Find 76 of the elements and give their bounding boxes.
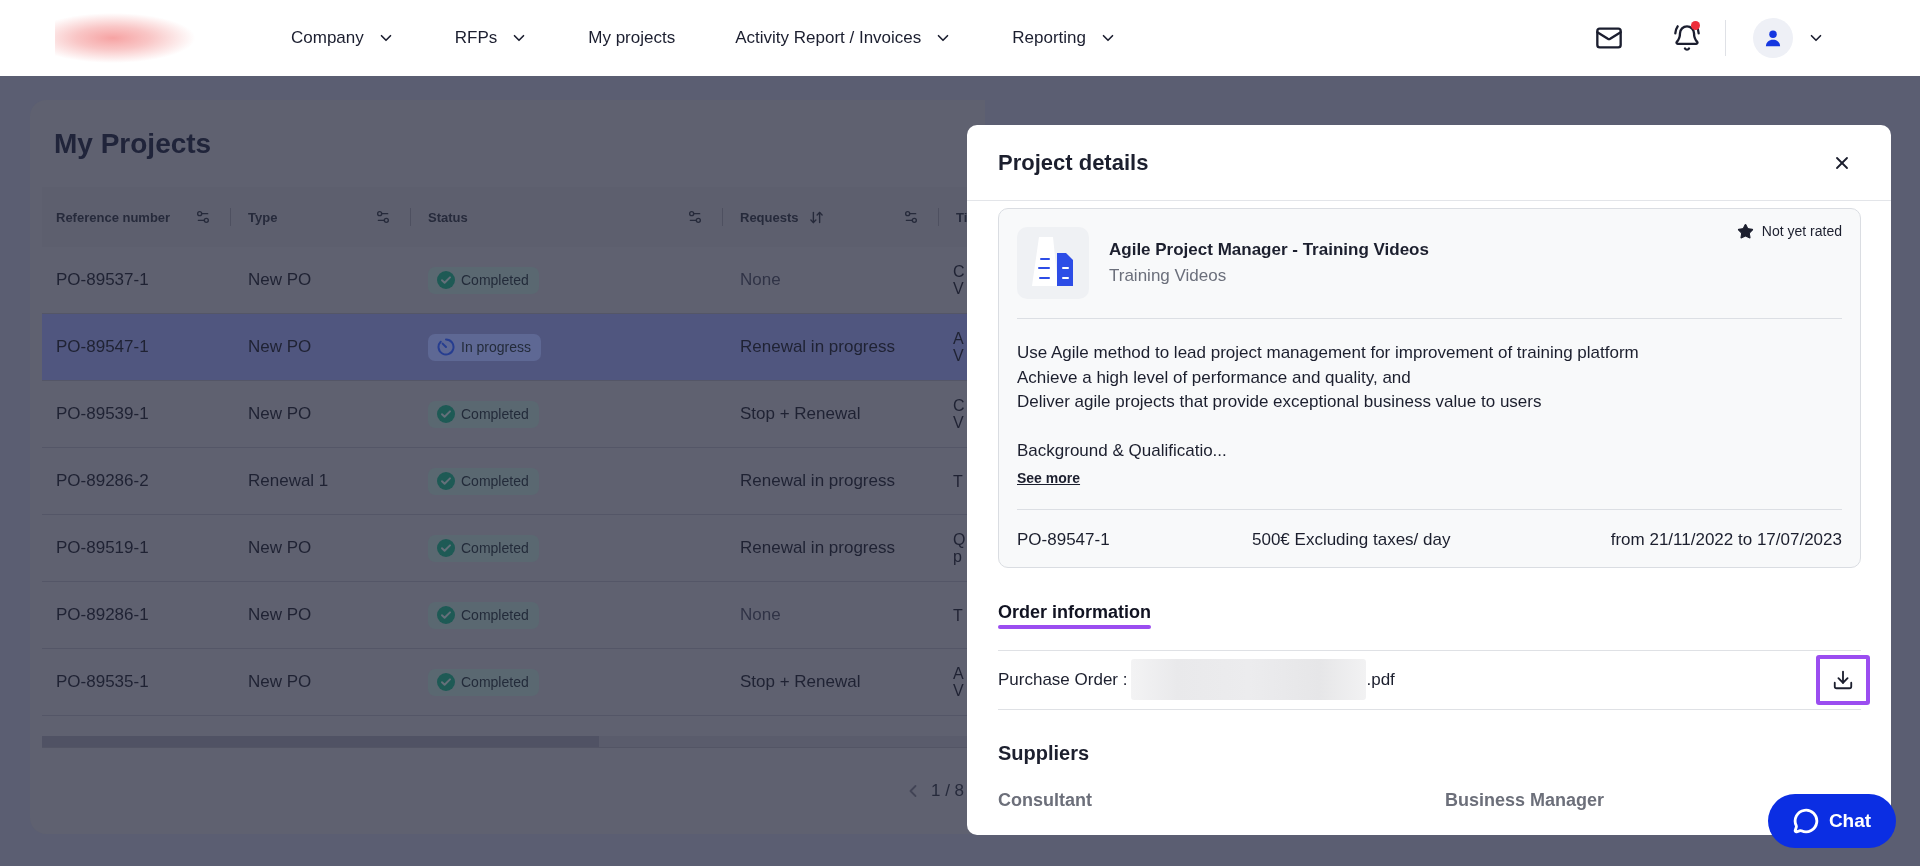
document-icon xyxy=(1017,227,1089,299)
table-cell: New PO xyxy=(248,672,312,692)
section-title: Order information xyxy=(998,600,1151,629)
table-cell: PO-89286-1 xyxy=(56,605,149,625)
rating-label: Not yet rated xyxy=(1761,222,1842,240)
status-label: Completed xyxy=(461,540,529,556)
download-button[interactable] xyxy=(1816,654,1870,705)
bell-icon[interactable] xyxy=(1673,24,1701,52)
table-cell: Renewal in progress xyxy=(740,471,895,491)
table-cell: PO-89286-2 xyxy=(56,471,149,491)
daily-rate: 500€ Excluding taxes/ day xyxy=(1252,529,1451,550)
table-cell: Stop + Renewal xyxy=(740,672,861,692)
table-cell: New PO xyxy=(248,538,312,558)
column-label: Consultant xyxy=(998,788,1092,811)
column-label: Business Manager xyxy=(1445,788,1605,811)
status-label: In progress xyxy=(461,339,532,355)
table-cell: C V xyxy=(953,263,965,297)
star-icon xyxy=(1736,222,1754,240)
table-cell: Renewal 1 xyxy=(248,471,329,491)
chat-bubble-icon xyxy=(1792,808,1819,834)
project-title: Agile Project Manager - Training Videos xyxy=(1109,239,1429,261)
project-category: Training Videos xyxy=(1109,265,1227,287)
sort-icon[interactable] xyxy=(808,209,824,225)
status-label: Completed xyxy=(461,406,529,422)
check-circle-icon xyxy=(437,472,455,490)
section-title: Suppliers xyxy=(998,740,1090,765)
nav-menu-item[interactable]: My projects xyxy=(588,27,676,49)
nav-menu-item[interactable]: Company xyxy=(291,27,395,49)
nav-menu-item[interactable]: RFPs xyxy=(454,27,529,49)
table-cell: A V xyxy=(953,665,964,699)
table-cell: PO-89539-1 xyxy=(56,404,149,424)
status-label: Completed xyxy=(461,272,529,288)
table-cell: A V xyxy=(953,330,964,364)
project-description: Use Agile method to lead project management for improvement of training platform Achieve a high level of performance and quality, and Deliver agile projects that provide exceptional business value to users xyxy=(1017,342,1640,413)
status-label: Completed xyxy=(461,473,529,489)
nav-menu-item[interactable]: Reporting xyxy=(1012,27,1118,49)
field-label: Purchase Order : xyxy=(998,669,1128,690)
table-cell: Renewal in progress xyxy=(740,337,895,357)
table-cell: PO-89535-1 xyxy=(56,672,149,692)
page-title: My Projects xyxy=(54,127,212,161)
filter-icon[interactable] xyxy=(375,209,391,225)
file-extension: .pdf xyxy=(1366,669,1395,690)
table-cell: T xyxy=(953,472,963,490)
filter-icon[interactable] xyxy=(195,209,211,225)
status-label: Completed xyxy=(461,607,529,623)
status-label: Completed xyxy=(461,674,529,690)
download-icon xyxy=(1832,668,1854,691)
check-circle-icon xyxy=(437,606,455,624)
table-cell: New PO xyxy=(248,605,312,625)
check-circle-icon xyxy=(437,271,455,289)
table-cell: Stop + Renewal xyxy=(740,404,861,424)
nav-menu-item[interactable]: Activity Report / Invoices xyxy=(735,27,953,49)
filter-icon[interactable] xyxy=(903,209,919,225)
page-indicator: 1 / 8 xyxy=(931,780,965,802)
check-circle-icon xyxy=(437,673,455,691)
check-circle-icon xyxy=(437,539,455,557)
timer-icon xyxy=(437,338,455,356)
table-cell: Renewal in progress xyxy=(740,538,895,558)
table-cell: T xyxy=(953,606,963,624)
table-cell: PO-89519-1 xyxy=(56,538,149,558)
table-cell: C V xyxy=(953,397,965,431)
project-description: Background & Qualificatio... xyxy=(1017,440,1228,462)
date-range: from 21/11/2022 to 17/07/2023 xyxy=(1610,529,1842,550)
dialog-title: Project details xyxy=(998,148,1149,177)
table-cell: PO-89547-1 xyxy=(56,337,149,357)
reference-number: PO-89547-1 xyxy=(1017,529,1110,550)
table-cell: New PO xyxy=(248,404,312,424)
table-cell: PO-89537-1 xyxy=(56,270,149,290)
user-avatar-icon[interactable] xyxy=(1753,18,1793,58)
table-cell: New PO xyxy=(248,337,312,357)
chat-button[interactable]: Chat xyxy=(1768,794,1896,848)
see-more-link[interactable]: See more xyxy=(1017,468,1081,487)
table-cell: Q p xyxy=(953,531,966,565)
filter-icon[interactable] xyxy=(687,209,703,225)
check-circle-icon xyxy=(437,405,455,423)
table-cell: New PO xyxy=(248,270,312,290)
